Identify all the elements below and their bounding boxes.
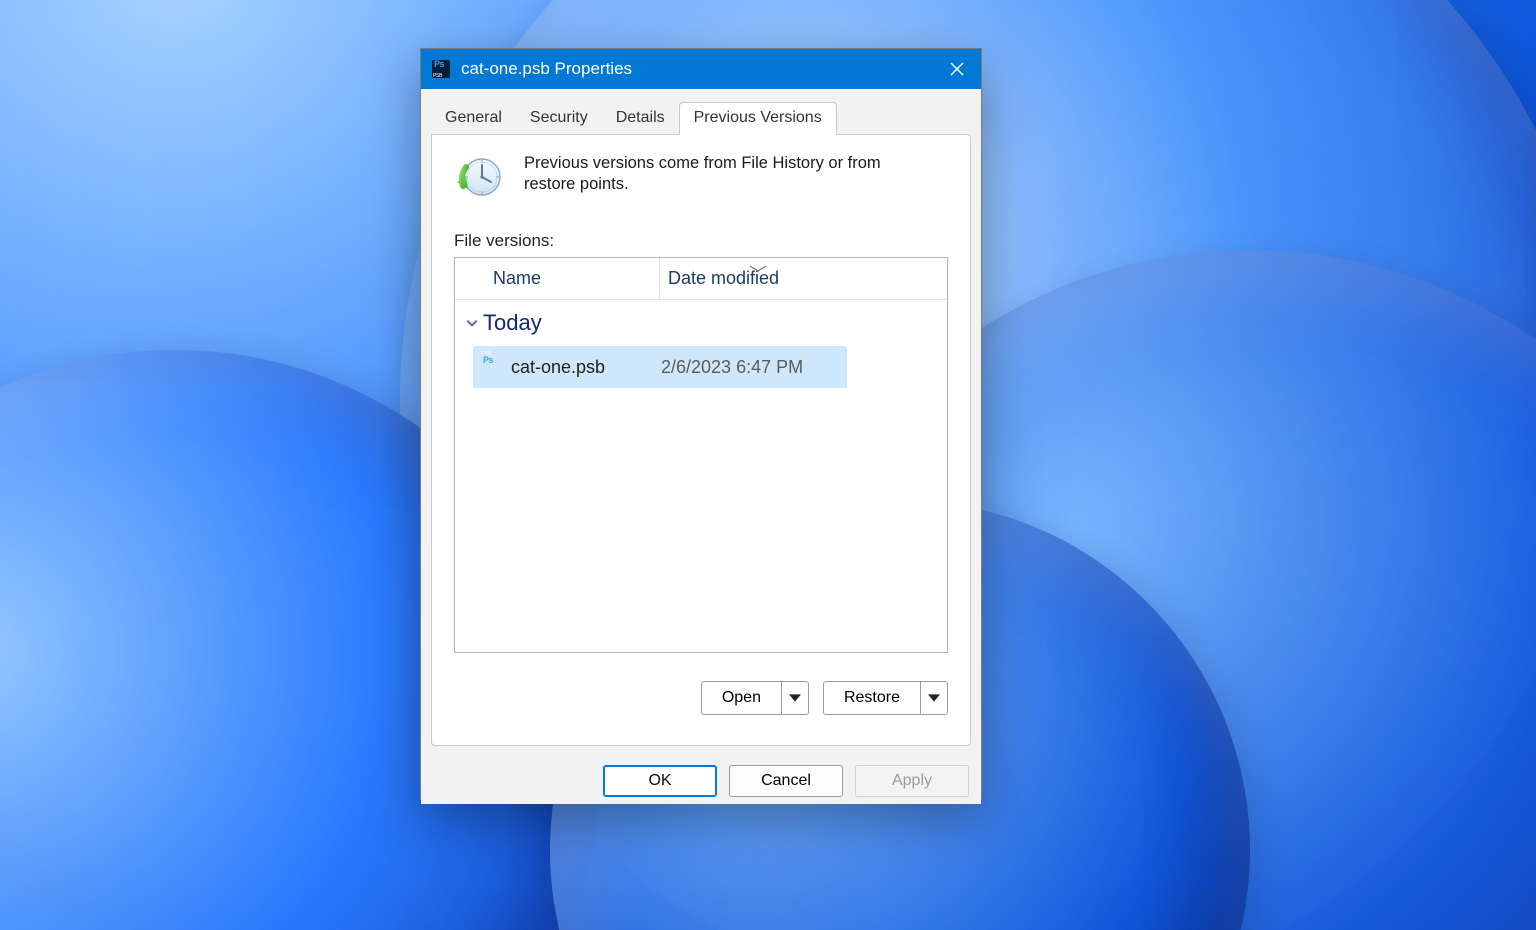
tab-details[interactable]: Details: [602, 103, 679, 134]
sort-indicator-icon: [748, 257, 768, 264]
restore-dropdown-button[interactable]: [921, 682, 947, 714]
cancel-button[interactable]: Cancel: [729, 765, 843, 797]
info-text: Previous versions come from File History…: [524, 153, 904, 194]
file-type-icon: [481, 356, 503, 378]
restore-split-button: Restore: [823, 681, 948, 715]
apply-button: Apply: [855, 765, 969, 797]
version-date-modified: 2/6/2023 6:47 PM: [661, 357, 803, 378]
close-button[interactable]: [933, 49, 981, 89]
restore-button[interactable]: Restore: [824, 682, 921, 714]
column-header-date-modified[interactable]: Date modified: [659, 258, 863, 299]
ok-button[interactable]: OK: [603, 765, 717, 797]
tab-panel-previous-versions: Previous versions come from File History…: [431, 134, 971, 746]
open-split-button: Open: [701, 681, 809, 715]
tab-previous-versions[interactable]: Previous Versions: [679, 102, 837, 135]
titlebar[interactable]: cat-one.psb Properties: [421, 49, 981, 89]
column-header-name[interactable]: Name: [455, 258, 659, 299]
group-label: Today: [483, 310, 542, 336]
tab-strip: General Security Details Previous Versio…: [421, 89, 981, 134]
file-versions-label: File versions:: [454, 231, 948, 251]
version-file-name: cat-one.psb: [511, 357, 661, 378]
tab-general[interactable]: General: [431, 103, 516, 134]
file-history-icon: [454, 153, 504, 203]
dialog-footer: OK Cancel Apply: [421, 758, 981, 804]
desktop-wallpaper: cat-one.psb Properties General Security …: [0, 0, 1536, 930]
version-row[interactable]: cat-one.psb 2/6/2023 6:47 PM: [473, 346, 847, 388]
versions-list[interactable]: Name Date modified Today: [454, 257, 948, 653]
group-header-today[interactable]: Today: [455, 300, 947, 344]
window-title: cat-one.psb Properties: [461, 59, 933, 79]
open-dropdown-button[interactable]: [782, 682, 808, 714]
tab-security[interactable]: Security: [516, 103, 602, 134]
file-type-icon: [431, 59, 451, 79]
open-button[interactable]: Open: [702, 682, 782, 714]
properties-dialog: cat-one.psb Properties General Security …: [420, 48, 982, 800]
group-collapse-icon[interactable]: [461, 312, 483, 334]
